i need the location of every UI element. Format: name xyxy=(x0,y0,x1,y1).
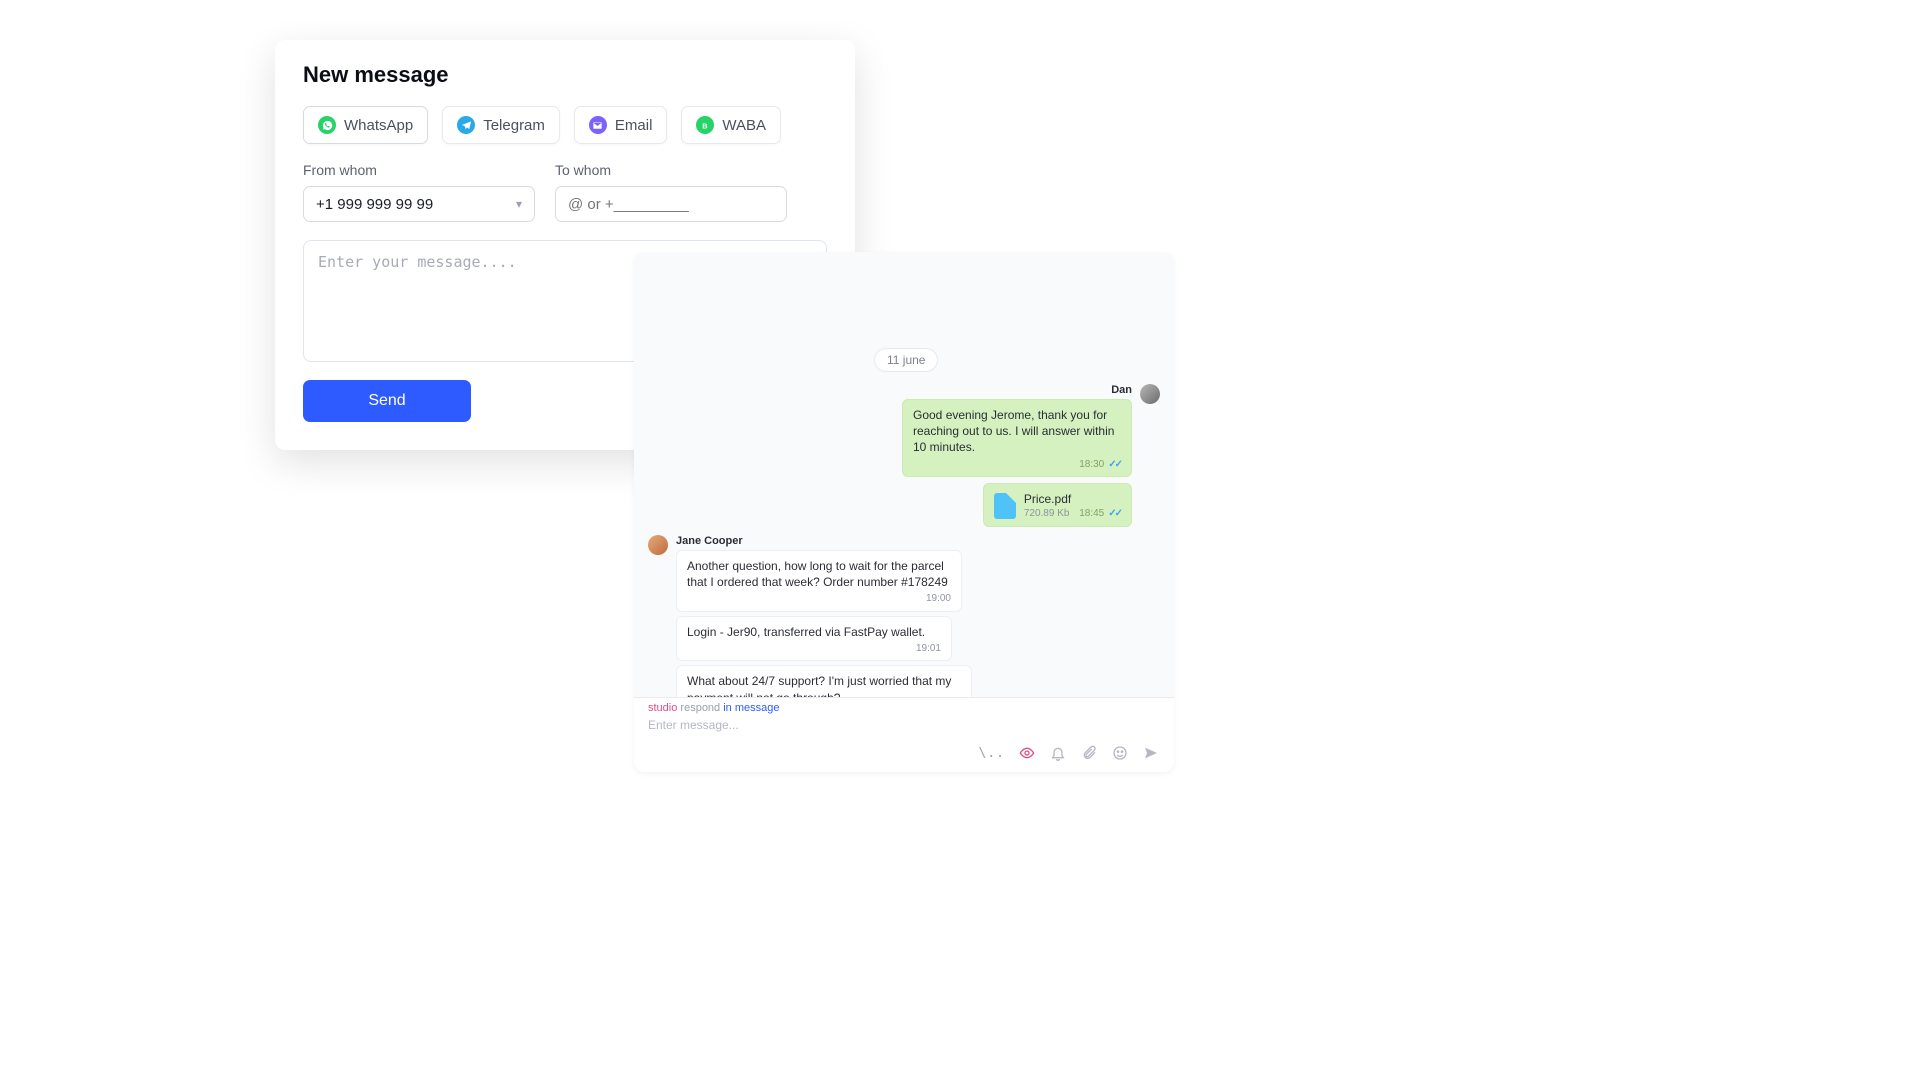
message-text: Good evening Jerome, thank you for reach… xyxy=(913,408,1114,454)
message-bubble: Another question, how long to wait for t… xyxy=(676,550,962,612)
file-size: 720.89 Kb xyxy=(1024,507,1071,521)
composer-hint: studio respond in message xyxy=(634,698,1174,714)
channel-tab-whatsapp[interactable]: WhatsApp xyxy=(303,106,428,144)
file-name: Price.pdf xyxy=(1024,491,1071,507)
visibility-icon[interactable] xyxy=(1018,744,1036,762)
sender-name: Jane Cooper xyxy=(676,535,972,547)
file-icon xyxy=(994,493,1016,519)
send-button[interactable]: Send xyxy=(303,380,471,422)
channel-tab-email[interactable]: Email xyxy=(574,106,668,144)
composer-input[interactable] xyxy=(648,718,1160,732)
message-text: Another question, how long to wait for t… xyxy=(687,559,948,589)
to-input-wrap xyxy=(555,186,787,222)
message-row: Dan Good evening Jerome, thank you for r… xyxy=(648,384,1160,527)
message-text: What about 24/7 support? I'm just worrie… xyxy=(687,674,951,697)
message-text: Login - Jer90, transferred via FastPay w… xyxy=(687,625,925,639)
to-input[interactable] xyxy=(568,196,774,213)
chat-scroll-area[interactable]: 11 june Dan Good evening Jerome, thank y… xyxy=(634,252,1174,697)
bell-icon[interactable] xyxy=(1049,744,1067,762)
avatar xyxy=(1140,384,1160,404)
chat-panel: 11 june Dan Good evening Jerome, thank y… xyxy=(634,252,1174,772)
composer: studio respond in message \.. xyxy=(634,697,1174,772)
avatar xyxy=(648,535,668,555)
channel-tabs: WhatsApp Telegram Email B WABA xyxy=(303,106,827,144)
slash-commands-icon[interactable]: \.. xyxy=(979,746,1005,761)
waba-icon: B xyxy=(696,116,714,134)
from-select[interactable]: +1 999 999 99 99 ▾ xyxy=(303,186,535,222)
read-ticks-icon: ✓✓ xyxy=(1108,507,1121,521)
message-time: 19:01 xyxy=(916,642,941,656)
hint-in-message: in message xyxy=(723,702,779,714)
channel-label: WABA xyxy=(722,117,766,134)
message-time: 18:30 xyxy=(1079,458,1104,472)
modal-title: New message xyxy=(303,62,827,88)
hint-respond: respond xyxy=(677,702,723,714)
channel-label: Email xyxy=(615,117,653,134)
send-icon[interactable] xyxy=(1142,744,1160,762)
read-ticks-icon: ✓✓ xyxy=(1108,458,1121,472)
channel-label: WhatsApp xyxy=(344,117,413,134)
attachment-icon[interactable] xyxy=(1080,744,1098,762)
message-time: 18:45 xyxy=(1079,507,1104,521)
message-row: Jane Cooper Another question, how long t… xyxy=(648,535,1160,697)
file-bubble[interactable]: Price.pdf 720.89 Kb 18:45 ✓✓ xyxy=(983,483,1132,527)
channel-tab-waba[interactable]: B WABA xyxy=(681,106,781,144)
whatsapp-icon xyxy=(318,116,336,134)
from-value: +1 999 999 99 99 xyxy=(316,196,433,213)
hint-studio: studio xyxy=(648,702,677,714)
from-label: From whom xyxy=(303,162,535,178)
channel-label: Telegram xyxy=(483,117,545,134)
chevron-down-icon: ▾ xyxy=(516,197,522,211)
message-bubble: What about 24/7 support? I'm just worrie… xyxy=(676,665,972,697)
message-time: 19:00 xyxy=(926,592,951,606)
sender-name: Dan xyxy=(1111,384,1132,396)
email-icon xyxy=(589,116,607,134)
svg-text:B: B xyxy=(702,121,707,130)
to-label: To whom xyxy=(555,162,787,178)
message-bubble: Good evening Jerome, thank you for reach… xyxy=(902,399,1132,477)
emoji-icon[interactable] xyxy=(1111,744,1129,762)
telegram-icon xyxy=(457,116,475,134)
channel-tab-telegram[interactable]: Telegram xyxy=(442,106,560,144)
message-bubble: Login - Jer90, transferred via FastPay w… xyxy=(676,616,952,662)
date-chip: 11 june xyxy=(874,348,938,372)
